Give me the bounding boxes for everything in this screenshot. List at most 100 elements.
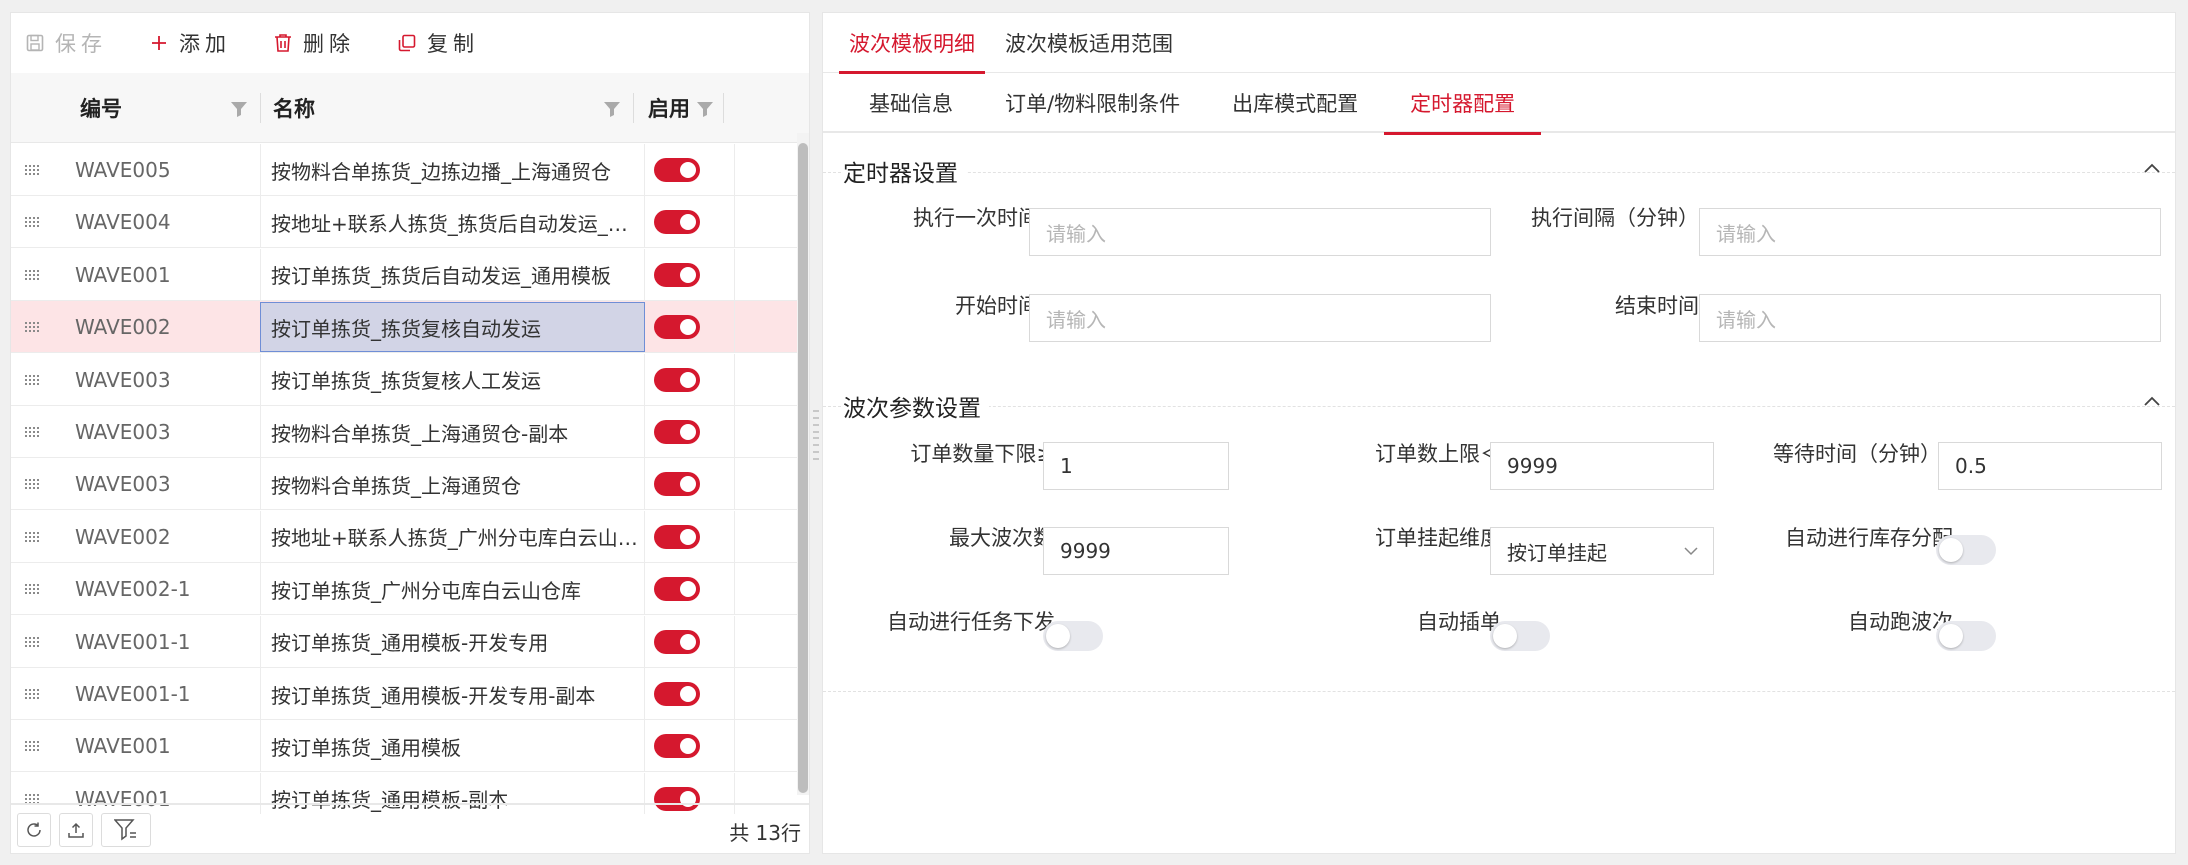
drag-handle-icon[interactable] [21, 196, 45, 248]
enabled-toggle[interactable] [654, 367, 700, 392]
min-orders-input[interactable]: 1 [1043, 442, 1229, 490]
end-time-input[interactable]: 请输入 [1699, 294, 2161, 342]
cell-code[interactable]: WAVE002 [75, 301, 255, 353]
table-row[interactable]: WAVE001-1 按订单拣货_通用模板-开发专用-副本 [11, 668, 799, 720]
enabled-toggle[interactable] [654, 682, 700, 706]
cell-name[interactable]: 按物料合单拣货_上海通贸仓 [260, 458, 645, 511]
start-time-input[interactable]: 请输入 [1029, 294, 1491, 342]
enabled-toggle[interactable] [654, 524, 700, 549]
cell-name[interactable]: 按物料合单拣货_边拣边播_上海通贸仓 [260, 144, 645, 196]
drag-handle-icon[interactable] [21, 563, 45, 615]
max-orders-label: 订单数上限＜ [1375, 442, 1501, 466]
interval-input[interactable]: 请输入 [1699, 208, 2161, 256]
auto-alloc-toggle[interactable] [1936, 535, 1996, 565]
add-button[interactable]: 添加 [149, 13, 231, 73]
table-row[interactable]: WAVE003 按物料合单拣货_上海通贸仓-副本 [11, 406, 799, 458]
table-row[interactable]: WAVE004 按地址+联系人拣货_拣货后自动发运_通用模板 [11, 196, 799, 249]
enabled-toggle[interactable] [654, 158, 700, 182]
cell-name[interactable]: 按订单拣货_拣货复核自动发运 [260, 302, 645, 353]
column-header-code[interactable]: 编号 [80, 73, 122, 143]
cell-name[interactable]: 按订单拣货_通用模板-开发专用 [260, 615, 645, 668]
auto-task-toggle[interactable] [1043, 621, 1103, 651]
drag-handle-icon[interactable] [21, 720, 45, 772]
enabled-toggle[interactable] [654, 420, 700, 444]
cell-name[interactable]: 按订单拣货_广州分屯库白云山仓库 [260, 563, 645, 616]
cell-code[interactable]: WAVE003 [75, 354, 255, 406]
vertical-scrollbar[interactable] [797, 133, 809, 795]
enabled-toggle[interactable] [654, 629, 700, 654]
cell-name[interactable]: 按订单拣货_拣货复核人工发运 [260, 353, 645, 406]
filter-icon[interactable] [230, 101, 248, 117]
drag-handle-icon[interactable] [21, 511, 45, 563]
tab-main-0[interactable]: 波次模板明细 [839, 13, 985, 74]
export-button[interactable] [59, 813, 93, 847]
tab-sub-3[interactable]: 定时器配置 [1384, 73, 1542, 135]
cell-name[interactable]: 按物料合单拣货_上海通贸仓-副本 [260, 406, 645, 458]
hold-dimension-select[interactable]: 按订单挂起 [1490, 527, 1714, 575]
column-header-name[interactable]: 名称 [273, 73, 315, 143]
delete-button[interactable]: 删除 [273, 13, 355, 73]
drag-handle-icon[interactable] [21, 354, 45, 406]
refresh-button[interactable] [17, 813, 51, 847]
enabled-toggle[interactable] [654, 210, 700, 235]
drag-handle-icon[interactable] [21, 406, 45, 458]
column-header-enabled[interactable]: 启用 [648, 73, 690, 143]
copy-button[interactable]: 复制 [397, 13, 479, 73]
template-list-panel: 保存 添加 删除 复制 编号 名称 启用 WAVE005 按物料合单拣货_边拣边… [10, 12, 810, 854]
filter-icon[interactable] [603, 101, 621, 117]
cell-code[interactable]: WAVE005 [75, 144, 255, 196]
tab-sub-2[interactable]: 出库模式配置 [1206, 73, 1384, 133]
cell-name[interactable]: 按订单拣货_通用模板 [260, 720, 645, 773]
exec-once-input[interactable]: 请输入 [1029, 208, 1491, 256]
enabled-toggle[interactable] [654, 262, 700, 287]
table-row[interactable]: WAVE003 按物料合单拣货_上海通贸仓 [11, 458, 799, 511]
cell-code[interactable]: WAVE002-1 [75, 563, 255, 615]
table-row[interactable]: WAVE001 按订单拣货_通用模板 [11, 720, 799, 773]
cell-name[interactable]: 按订单拣货_拣货后自动发运_通用模板 [260, 248, 645, 301]
max-waves-input[interactable]: 9999 [1043, 527, 1229, 575]
drag-handle-icon[interactable] [21, 458, 45, 510]
cell-name[interactable]: 按订单拣货_通用模板-开发专用-副本 [260, 668, 645, 720]
filter-icon[interactable] [696, 101, 714, 117]
tab-sub-0[interactable]: 基础信息 [843, 73, 979, 133]
enabled-toggle[interactable] [654, 472, 700, 497]
cell-name[interactable]: 按地址+联系人拣货_拣货后自动发运_通用模板 [260, 196, 645, 249]
max-orders-input[interactable]: 9999 [1490, 442, 1714, 490]
wait-time-input[interactable]: 0.5 [1938, 442, 2162, 490]
auto-insert-toggle[interactable] [1490, 621, 1550, 651]
cell-enabled [645, 301, 735, 354]
scrollbar-thumb[interactable] [798, 143, 808, 793]
panel-splitter[interactable] [812, 410, 820, 460]
table-row[interactable]: WAVE002 按地址+联系人拣货_广州分屯库白云山仓库 [11, 510, 799, 563]
cell-name[interactable]: 按地址+联系人拣货_广州分屯库白云山仓库 [260, 510, 645, 563]
table-row[interactable]: WAVE003 按订单拣货_拣货复核人工发运 [11, 353, 799, 406]
table-row[interactable]: WAVE002-1 按订单拣货_广州分屯库白云山仓库 [11, 563, 799, 616]
cell-code[interactable]: WAVE002 [75, 511, 255, 563]
cell-code[interactable]: WAVE001 [75, 249, 255, 301]
cell-code[interactable]: WAVE003 [75, 406, 255, 458]
cell-code[interactable]: WAVE001-1 [75, 668, 255, 720]
drag-handle-icon[interactable] [21, 144, 45, 196]
tab-main-1[interactable]: 波次模板适用范围 [995, 13, 1183, 73]
drag-handle-icon[interactable] [21, 616, 45, 668]
cell-code[interactable]: WAVE001 [75, 720, 255, 772]
drag-handle-icon[interactable] [21, 668, 45, 720]
enabled-toggle[interactable] [654, 315, 700, 340]
drag-handle-icon[interactable] [21, 249, 45, 301]
drag-handle-icon[interactable] [21, 301, 45, 353]
table-row[interactable]: WAVE001 按订单拣货_拣货后自动发运_通用模板 [11, 248, 799, 301]
advanced-filter-button[interactable] [101, 813, 151, 847]
save-button[interactable]: 保存 [25, 13, 107, 73]
enabled-toggle[interactable] [654, 577, 700, 602]
chevron-up-icon[interactable] [2141, 158, 2163, 180]
cell-code[interactable]: WAVE001-1 [75, 616, 255, 668]
tab-sub-1[interactable]: 订单/物料限制条件 [979, 73, 1206, 133]
cell-code[interactable]: WAVE003 [75, 458, 255, 510]
auto-run-toggle[interactable] [1936, 621, 1996, 651]
table-row[interactable]: WAVE002 按订单拣货_拣货复核自动发运 [11, 301, 799, 354]
chevron-up-icon[interactable] [2141, 391, 2163, 413]
table-row[interactable]: WAVE005 按物料合单拣货_边拣边播_上海通贸仓 [11, 144, 799, 196]
enabled-toggle[interactable] [654, 734, 700, 759]
table-row[interactable]: WAVE001-1 按订单拣货_通用模板-开发专用 [11, 615, 799, 668]
cell-code[interactable]: WAVE004 [75, 196, 255, 248]
